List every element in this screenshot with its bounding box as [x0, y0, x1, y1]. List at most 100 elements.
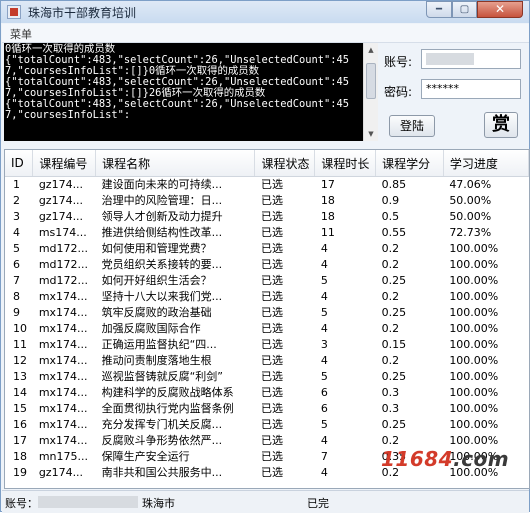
table-cell: gz174...: [38, 194, 84, 207]
minimize-button[interactable]: ━: [426, 1, 452, 18]
scroll-thumb[interactable]: [366, 63, 376, 99]
table-cell: 已选: [260, 450, 283, 463]
table-row[interactable]: 7 md172... 如何开好组织生活会？ 已选 5 0.25 100.00%: [5, 273, 529, 289]
table-cell: 4: [320, 434, 328, 447]
table-cell: 0.2: [381, 258, 400, 271]
table-row[interactable]: 3 gz174... 领导人才创新及动力提升 已选 18 0.5 50.00%: [5, 209, 529, 225]
table-row[interactable]: 14 mx174... 构建科学的反腐败战略体系 已选 6 0.3 100.00%: [5, 385, 529, 401]
table-cell: 4: [320, 466, 328, 479]
table-cell: 15: [13, 402, 27, 415]
table-cell: 9: [13, 306, 20, 319]
app-window: 珠海市干部教育培训 ━ ▢ ✕ 菜单 0循环一次取得的成员数 {"totalCo…: [0, 0, 530, 513]
table-cell: mx174...: [38, 306, 88, 319]
table-cell: 14: [13, 386, 27, 399]
table-cell: 0.55: [381, 226, 407, 239]
table-cell: 13: [13, 370, 27, 383]
table-row[interactable]: 2 gz174... 治理中的风险管理：日... 已选 18 0.9 50.00%: [5, 193, 529, 209]
column-header[interactable]: 课程学分: [375, 150, 444, 177]
app-icon: [7, 5, 21, 19]
table-row[interactable]: 8 mx174... 坚持十八大以来我们党... 已选 4 0.2 100.00%: [5, 289, 529, 305]
site-watermark: 11684.com: [381, 447, 510, 471]
table-cell: 3: [13, 210, 20, 223]
table-cell: 已选: [260, 370, 283, 383]
column-header[interactable]: 学习进度: [443, 150, 529, 177]
table-cell: 已选: [260, 210, 283, 223]
table-cell: 100.00%: [449, 242, 499, 255]
table-row[interactable]: 16 mx174... 充分发挥专门机关反腐... 已选 5 0.25 100.00%: [5, 417, 529, 433]
menu-item[interactable]: 菜单: [10, 26, 32, 42]
column-header[interactable]: 课程状态: [254, 150, 316, 177]
table-cell: 筑牢反腐败的政治基础: [101, 306, 212, 319]
table-cell: mx174...: [38, 338, 88, 351]
log-scrollbar[interactable]: ▲ ▼: [363, 43, 378, 141]
reward-button[interactable]: 赏: [484, 112, 518, 138]
table-cell: mx174...: [38, 434, 88, 447]
table-cell: 11: [320, 226, 335, 239]
table-cell: 6: [320, 402, 328, 415]
table-cell: 4: [320, 242, 328, 255]
title-bar[interactable]: 珠海市干部教育培训 ━ ▢ ✕: [1, 1, 529, 23]
log-console[interactable]: 0循环一次取得的成员数 {"totalCount":483,"selectCou…: [4, 43, 378, 141]
table-row[interactable]: 15 mx174... 全面贯彻执行党内监督条例 已选 6 0.3 100.00%: [5, 401, 529, 417]
close-button[interactable]: ✕: [477, 1, 523, 18]
table-cell: 100.00%: [449, 322, 499, 335]
account-field[interactable]: [421, 49, 521, 69]
status-bar: 账号： 珠海市 已完: [2, 490, 529, 513]
table-cell: mx174...: [38, 418, 88, 431]
table-cell: 已选: [260, 322, 283, 335]
password-label: 密码:: [384, 85, 413, 99]
table-row[interactable]: 5 md172... 如何使用和管理党费？ 已选 4 0.2 100.00%: [5, 241, 529, 257]
table-cell: 充分发挥专门机关反腐...: [101, 418, 223, 431]
table-cell: 0.2: [381, 242, 400, 255]
table-cell: 4: [13, 226, 20, 239]
table-cell: mx174...: [38, 386, 88, 399]
table-cell: 18: [320, 210, 335, 223]
column-header[interactable]: ID: [5, 150, 34, 177]
table-row[interactable]: 10 mx174... 加强反腐败国际合作 已选 4 0.2 100.00%: [5, 321, 529, 337]
table-row[interactable]: 13 mx174... 巡视监督铸就反腐“利剑” 已选 5 0.25 100.00%: [5, 369, 529, 385]
table-row[interactable]: 11 mx174... 正确运用监督执纪“四... 已选 3 0.15 100.00%: [5, 337, 529, 353]
table-cell: 100.00%: [449, 258, 499, 271]
table-cell: 正确运用监督执纪“四...: [101, 338, 217, 351]
course-table[interactable]: ID 课程编号 课程名称 课程状态 课程时长 课程学分 学习进度 1 gz174... 建设面向…: [4, 149, 530, 489]
table-cell: 100.00%: [449, 290, 499, 303]
table-cell: 已选: [260, 338, 283, 351]
table-cell: 推进供给侧结构性改革...: [101, 226, 223, 239]
table-cell: mx174...: [38, 402, 88, 415]
table-row[interactable]: 6 md172... 党员组织关系接转的要... 已选 4 0.2 100.00%: [5, 257, 529, 273]
table-cell: gz174...: [38, 466, 84, 479]
table-cell: 100.00%: [449, 418, 499, 431]
table-cell: 全面贯彻执行党内监督条例: [101, 402, 234, 415]
table-cell: 如何使用和管理党费？: [101, 242, 212, 255]
table-cell: 南非共和国公共服务中...: [101, 466, 223, 479]
table-cell: 已选: [260, 354, 283, 367]
table-cell: 0.25: [381, 418, 407, 431]
table-cell: 0.25: [381, 370, 407, 383]
table-row[interactable]: 9 mx174... 筑牢反腐败的政治基础 已选 5 0.25 100.00%: [5, 305, 529, 321]
table-cell: 0.2: [381, 354, 400, 367]
table-cell: 5: [320, 418, 328, 431]
table-cell: 50.00%: [449, 194, 492, 207]
table-cell: 4: [320, 354, 328, 367]
table-row[interactable]: 1 gz174... 建设面向未来的可持续... 已选 17 0.85 47.06%: [5, 177, 529, 194]
table-cell: ms174...: [38, 226, 87, 239]
table-cell: 2: [13, 194, 20, 207]
table-cell: 5: [320, 306, 328, 319]
login-button[interactable]: 登陆: [389, 115, 435, 137]
table-cell: 5: [320, 370, 328, 383]
column-header[interactable]: 课程名称: [95, 150, 256, 177]
maximize-button[interactable]: ▢: [452, 1, 477, 18]
scroll-down-icon[interactable]: ▼: [366, 129, 376, 139]
table-cell: 4: [320, 322, 328, 335]
password-field[interactable]: ******: [421, 79, 521, 99]
table-cell: 已选: [260, 306, 283, 319]
table-cell: 100.00%: [449, 402, 499, 415]
table-row[interactable]: 12 mx174... 推动问责制度落地生根 已选 4 0.2 100.00%: [5, 353, 529, 369]
column-header[interactable]: 课程时长: [314, 150, 377, 177]
scroll-up-icon[interactable]: ▲: [366, 45, 376, 55]
table-row[interactable]: 4 ms174... 推进供给侧结构性改革... 已选 11 0.55 72.73%: [5, 225, 529, 241]
table-cell: 已选: [260, 178, 283, 191]
table-cell: 0.25: [381, 306, 407, 319]
column-header[interactable]: 课程编号: [32, 150, 97, 177]
table-cell: 100.00%: [449, 370, 499, 383]
